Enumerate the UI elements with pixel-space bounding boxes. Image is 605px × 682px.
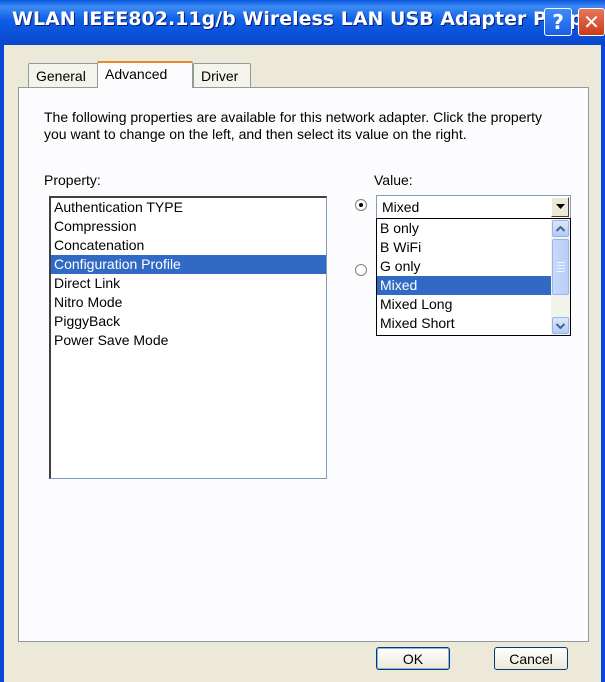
value-dropdown-list[interactable]: B only B WiFi G only Mixed Mixed Long Mi… xyxy=(376,218,571,336)
property-item-authentication-type[interactable]: Authentication TYPE xyxy=(51,198,326,217)
property-item-direct-link[interactable]: Direct Link xyxy=(51,274,326,293)
thumb-grip xyxy=(557,268,565,269)
thumb-grip xyxy=(557,262,565,263)
thumb-grip xyxy=(557,265,565,266)
value-combobox-text: Mixed xyxy=(382,199,420,215)
option-b-only[interactable]: B only xyxy=(377,219,555,238)
properties-window: WLAN IEEE802.11g/b Wireless LAN USB Adap… xyxy=(0,0,605,682)
cancel-button[interactable]: Cancel xyxy=(494,647,568,670)
option-mixed[interactable]: Mixed xyxy=(377,276,555,295)
dropdown-scrollbar[interactable] xyxy=(551,219,570,335)
chevron-down-icon xyxy=(556,322,565,329)
dialog-body: General Advanced Driver The following pr… xyxy=(4,45,601,682)
scrollbar-thumb[interactable] xyxy=(552,239,569,295)
title-bar[interactable]: WLAN IEEE802.11g/b Wireless LAN USB Adap… xyxy=(0,0,605,45)
option-mixed-long[interactable]: Mixed Long xyxy=(377,295,555,314)
thumb-grip xyxy=(557,271,565,272)
option-mixed-short[interactable]: Mixed Short xyxy=(377,314,555,333)
property-item-power-save-mode[interactable]: Power Save Mode xyxy=(51,331,326,350)
tab-advanced[interactable]: Advanced xyxy=(97,61,193,88)
description-text: The following properties are available f… xyxy=(44,109,543,142)
chevron-up-icon xyxy=(556,225,565,232)
value-label: Value: xyxy=(374,172,413,188)
property-item-configuration-profile[interactable]: Configuration Profile xyxy=(51,255,326,274)
option-g-only[interactable]: G only xyxy=(377,257,555,276)
tab-driver[interactable]: Driver xyxy=(193,63,251,87)
value-combobox[interactable]: Mixed xyxy=(376,195,571,219)
property-item-piggyback[interactable]: PiggyBack xyxy=(51,312,326,331)
tab-general[interactable]: General xyxy=(28,63,99,87)
property-item-compression[interactable]: Compression xyxy=(51,217,326,236)
dropdown-arrow-button[interactable] xyxy=(551,197,569,217)
option-b-wifi[interactable]: B WiFi xyxy=(377,238,555,257)
advanced-tab-panel: The following properties are available f… xyxy=(18,87,589,642)
scroll-up-button[interactable] xyxy=(552,220,569,237)
value-radio-selected[interactable] xyxy=(355,199,367,211)
close-button[interactable]: ✕ xyxy=(578,8,605,36)
property-item-concatenation[interactable]: Concatenation xyxy=(51,236,326,255)
help-button[interactable]: ? xyxy=(544,8,572,36)
property-item-nitro-mode[interactable]: Nitro Mode xyxy=(51,293,326,312)
window-title: WLAN IEEE802.11g/b Wireless LAN USB Adap… xyxy=(12,8,605,30)
not-present-radio[interactable] xyxy=(355,264,367,276)
property-list[interactable]: Authentication TYPE Compression Concaten… xyxy=(49,196,327,479)
scroll-down-button[interactable] xyxy=(552,317,569,334)
property-label: Property: xyxy=(44,172,101,188)
ok-button[interactable]: OK xyxy=(376,647,450,670)
chevron-down-icon xyxy=(555,204,565,209)
